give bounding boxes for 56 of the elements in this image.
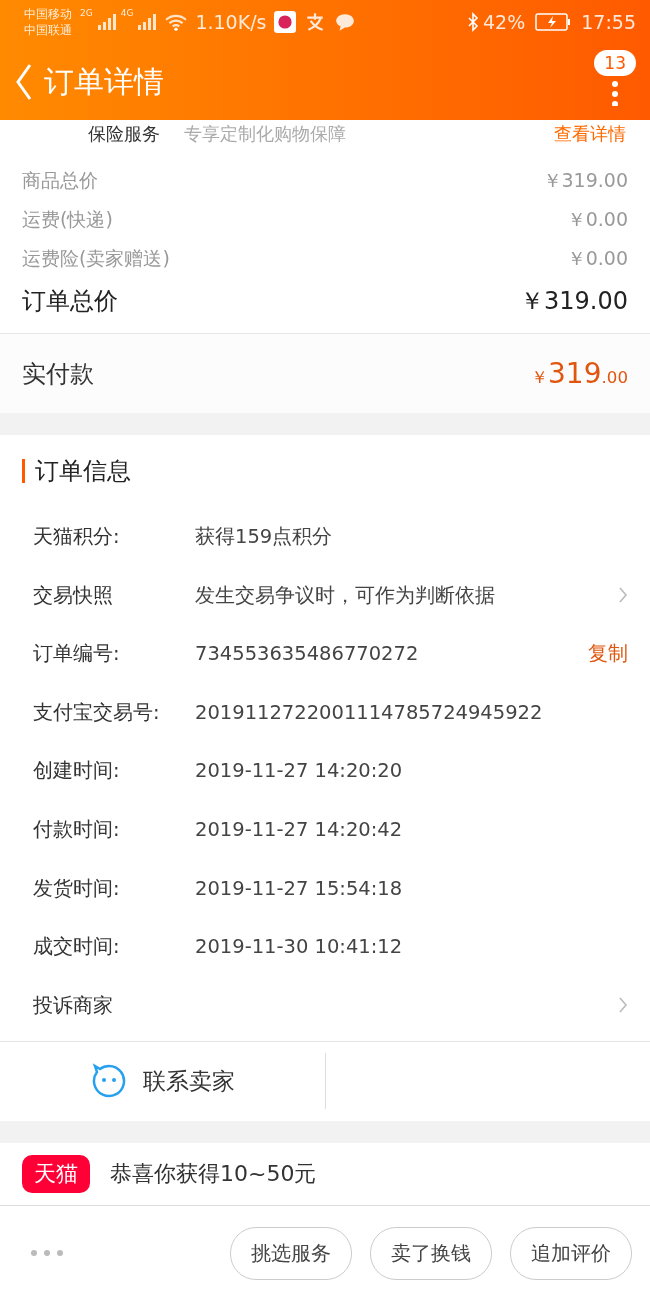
info-value: 2019-11-30 10:41:12 [195,935,403,959]
carrier-name: 中国联通 [24,22,72,38]
price-value: ￥319.00 [542,168,628,194]
chevron-icon[interactable] [618,586,628,605]
wifi-icon [165,13,188,31]
promo-text: 恭喜你获得10~50元 [110,1160,317,1188]
action-button[interactable]: 卖了换钱 [370,1226,492,1280]
info-label: 交易快照 [33,582,114,609]
clock: 17:55 [581,11,636,33]
info-label: 投诉商家 [33,992,114,1019]
action-button[interactable]: 挑选服务 [230,1226,352,1280]
carrier-name: 中国移动 [24,6,72,22]
bluetooth-icon [467,12,479,32]
network-type-label: 4G [120,8,134,18]
price-value: ￥319.00 [520,285,628,317]
more-icon[interactable] [30,1249,64,1257]
price-value: ￥0.00 [566,207,628,233]
info-label: 天猫积分: [33,524,121,550]
battery-icon [535,13,572,31]
action-button[interactable]: 追加评价 [510,1226,632,1280]
chat-icon [334,11,357,33]
signal-icon [96,14,117,30]
insurance-label: 保险服务 [88,121,160,146]
info-label: 成交时间: [33,934,121,961]
chat-bubble-icon [90,1063,127,1100]
info-value: 734553635486770272 [195,642,419,666]
info-value: 2019-11-27 14:20:42 [195,818,403,841]
copy-link[interactable]: 复制 [588,640,628,668]
info-value: 2019-11-27 14:20:20 [195,759,403,783]
info-label: 创建时间: [33,758,121,785]
chevron-icon[interactable] [618,996,628,1015]
info-value: 获得159点积分 [195,524,333,550]
price-label: 运费险(卖家赠送) [22,246,170,272]
insurance-description: 专享定制化购物保障 [184,121,346,146]
price-label: 商品总价 [22,168,98,194]
network-speed: 1.10K/s [195,11,267,33]
paid-label: 实付款 [22,358,94,390]
page-title: 订单详情 [44,62,164,101]
message-count-badge: 13 [594,50,636,76]
section-title: 订单信息 [35,456,131,488]
info-value: 发生交易争议时，可作为判断依据 [195,582,495,609]
price-value: ￥0.00 [566,246,628,272]
store-logo: 天猫 [22,1155,90,1193]
battery-percent: 42% [483,11,526,33]
info-value: 2019-11-27 15:54:18 [195,876,403,900]
info-label: 订单编号: [33,641,121,668]
info-label: 付款时间: [33,817,121,843]
info-value: 2019112722001114785724945922 [195,700,543,724]
signal-icon [137,14,158,30]
network-type-label: 2G [80,8,93,18]
info-label: 支付宝交易号: [33,699,161,726]
price-label: 订单总价 [22,285,118,317]
info-label: 发货时间: [33,875,121,902]
price-label: 运费(快递) [22,207,113,233]
paid-amount: ￥319.00 [531,357,628,390]
app-icon [274,11,297,33]
